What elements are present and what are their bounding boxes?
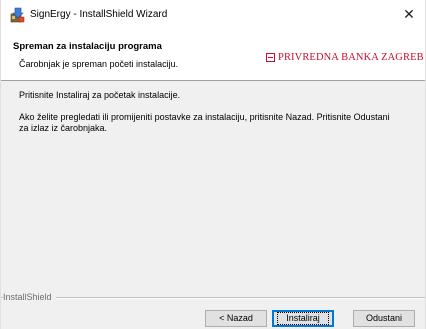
install-button[interactable]: Instaliraj — [272, 310, 334, 327]
page-title: Spreman za instalaciju programa — [13, 41, 162, 52]
title-bar[interactable]: SignErgy - InstallShield Wizard ✕ — [1, 0, 425, 30]
cancel-button-label: Odustani — [365, 313, 403, 323]
close-icon[interactable]: ✕ — [399, 4, 419, 24]
instruction-paragraph: Ako želite pregledati ili promijeniti po… — [19, 112, 390, 133]
installer-window: SignErgy - InstallShield Wizard ✕ Sprema… — [0, 0, 426, 329]
footer-separator — [1, 297, 425, 299]
installshield-brand: InstallShield — [3, 292, 56, 302]
cancel-button[interactable]: Odustani — [353, 310, 415, 327]
back-button-label: < Nazad — [219, 313, 253, 323]
bank-logo: PRIVREDNA BANKA ZAGREB — [266, 52, 424, 63]
bank-logo-icon — [266, 53, 275, 62]
page-subtitle: Čarobnjak je spreman početi instalaciju. — [19, 59, 179, 69]
install-button-label: Instaliraj — [277, 312, 329, 325]
installer-icon — [9, 7, 25, 23]
bank-logo-text: PRIVREDNA BANKA ZAGREB — [278, 52, 424, 63]
wizard-content: Pritisnite Instaliraj za početak instala… — [1, 81, 425, 290]
window-title: SignErgy - InstallShield Wizard — [30, 9, 168, 20]
wizard-header: Spreman za instalaciju programa Čarobnja… — [1, 30, 425, 81]
instruction-text: Pritisnite Instaliraj za početak instala… — [19, 90, 181, 100]
back-button[interactable]: < Nazad — [205, 310, 267, 327]
